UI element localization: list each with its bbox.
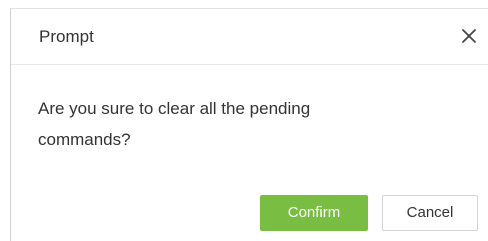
cancel-button[interactable]: Cancel — [382, 195, 478, 231]
dialog-title: Prompt — [39, 27, 94, 46]
dialog-message-line-2: commands? — [38, 130, 131, 149]
prompt-dialog: Prompt Are you sure to clear all the pen… — [10, 8, 488, 241]
dialog-message: Are you sure to clear all the pending co… — [38, 93, 438, 155]
dialog-message-line-1: Are you sure to clear all the pending — [38, 99, 311, 118]
close-button[interactable] — [458, 25, 480, 47]
confirm-button[interactable]: Confirm — [260, 195, 368, 231]
dialog-header: Prompt — [11, 9, 488, 65]
close-icon — [462, 29, 476, 43]
